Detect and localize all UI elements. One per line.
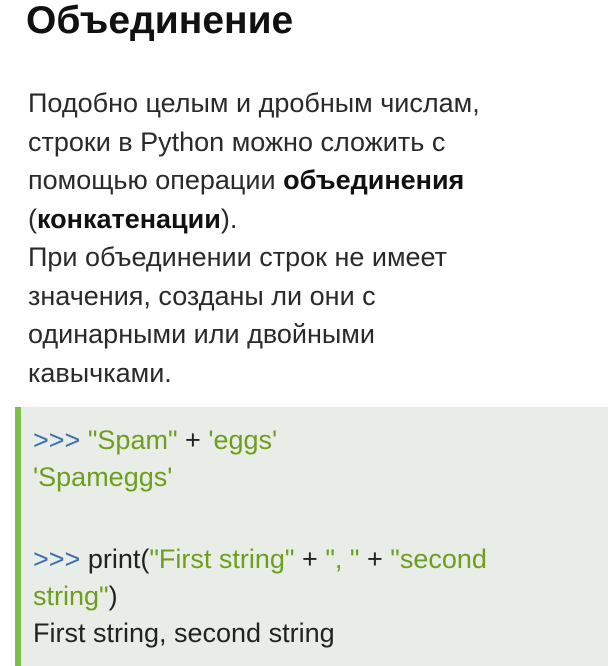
function-call: print( (87, 544, 150, 574)
paragraph-line: кавычками. (28, 357, 172, 388)
code-output: First string, second string (33, 618, 335, 648)
paragraph-line: При объединении строк не имеет (28, 242, 448, 272)
body-paragraph: Подобно целым и дробным числам, строки в… (28, 84, 588, 392)
plus-operator: + (294, 544, 326, 574)
plus-operator: + (359, 544, 391, 574)
term-concatenation: конкатенации (37, 203, 221, 234)
paragraph-line: одинарными или двойными (28, 319, 375, 349)
close-paren: ) (108, 581, 118, 611)
paragraph-line: Подобно целым и дробным числам, (28, 88, 480, 118)
string-literal: "second (390, 544, 487, 574)
string-literal: "First string" (149, 544, 295, 574)
code-line: >>> print("First string" + ", " + "secon… (33, 541, 487, 578)
string-literal: 'eggs' (208, 425, 278, 455)
repl-prompt: >>> (33, 544, 81, 574)
slide: Объединение Подобно целым и дробным числ… (0, 0, 608, 666)
paragraph-line: (конкатенации). (28, 200, 588, 239)
code-content: >>> "Spam" + 'eggs' 'Spameggs' >>> print… (33, 422, 487, 652)
paragraph-line: значения, созданы ли они с (28, 280, 376, 311)
term-concatenation-ru: объединения (283, 165, 465, 195)
code-block: >>> "Spam" + 'eggs' 'Spameggs' >>> print… (15, 407, 608, 666)
code-line: >>> "Spam" + 'eggs' (33, 422, 487, 459)
plus-operator: + (177, 425, 209, 455)
paren-close: ). (220, 203, 238, 234)
string-literal: string" (33, 581, 109, 611)
string-literal: "Spam" (87, 425, 178, 455)
paren-open: ( (28, 203, 37, 234)
code-line: string") (33, 578, 487, 615)
paragraph-line: строки в Python можно сложить с (28, 126, 446, 157)
paragraph-line: помощью операции объединения (28, 161, 588, 200)
code-spacer (33, 496, 487, 541)
repl-prompt: >>> (33, 425, 81, 455)
code-output: 'Spameggs' (33, 462, 173, 492)
paragraph-text: помощью операции (28, 165, 284, 195)
string-literal: ", " (325, 544, 360, 574)
slide-title: Объединение (26, 0, 294, 42)
